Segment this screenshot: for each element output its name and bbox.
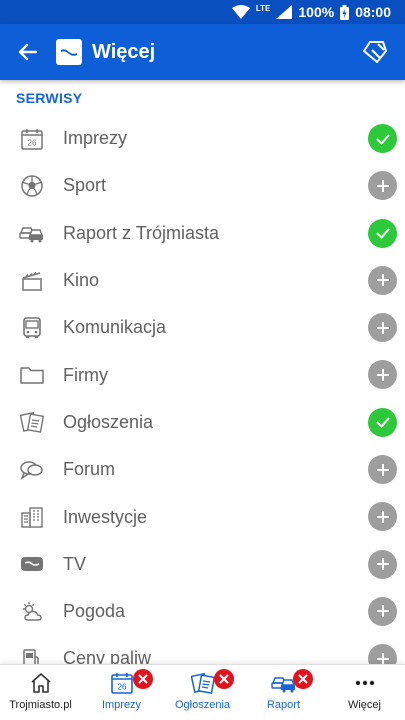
network-type: LTE bbox=[255, 4, 271, 13]
calendar-day: 26 bbox=[28, 138, 37, 147]
list-item-imprezy[interactable]: 26 Imprezy bbox=[0, 115, 405, 162]
nav-label: Raport bbox=[266, 699, 301, 711]
home-icon bbox=[28, 670, 54, 696]
list-item-pogoda[interactable]: Pogoda bbox=[0, 588, 405, 635]
add-toggle[interactable] bbox=[368, 360, 397, 390]
list-item-label: Inwestycje bbox=[63, 506, 148, 527]
list-item-label: Imprezy bbox=[63, 128, 128, 149]
plus-icon bbox=[376, 510, 389, 523]
tv-icon bbox=[19, 551, 45, 577]
back-button[interactable] bbox=[8, 32, 48, 72]
chat-bubbles-icon bbox=[19, 457, 45, 483]
close-icon bbox=[219, 674, 229, 684]
plus-icon bbox=[376, 179, 389, 192]
close-icon bbox=[298, 674, 308, 684]
nav-item-raport[interactable]: Raport bbox=[243, 665, 324, 720]
edit-order-icon bbox=[363, 41, 387, 63]
nav-item-imprezy[interactable]: 26 Imprezy bbox=[81, 665, 162, 720]
wifi-icon bbox=[231, 5, 250, 19]
remove-button[interactable] bbox=[293, 669, 313, 689]
list-item-forum[interactable]: Forum bbox=[0, 446, 405, 493]
list-item-sport[interactable]: Sport bbox=[0, 162, 405, 209]
list-item-label: TV bbox=[63, 553, 87, 574]
trojmiasto-logo-icon bbox=[61, 49, 77, 56]
cars-icon bbox=[270, 670, 297, 696]
more-dots-icon bbox=[352, 670, 378, 696]
clapperboard-icon bbox=[19, 268, 45, 294]
enabled-toggle[interactable] bbox=[368, 218, 397, 248]
add-toggle[interactable] bbox=[368, 171, 397, 201]
add-toggle[interactable] bbox=[368, 313, 397, 343]
remove-button[interactable] bbox=[214, 669, 234, 689]
add-toggle[interactable] bbox=[368, 549, 397, 579]
weather-icon bbox=[19, 599, 45, 625]
list-item-label: Forum bbox=[63, 459, 116, 480]
check-icon bbox=[375, 228, 390, 240]
check-icon bbox=[375, 417, 390, 429]
add-toggle[interactable] bbox=[368, 455, 397, 485]
list-item-label: Pogoda bbox=[63, 601, 126, 622]
list-item-label: Komunikacja bbox=[63, 317, 167, 338]
status-bar: LTE 100% 08:00 bbox=[0, 0, 405, 24]
list-item-firmy[interactable]: Firmy bbox=[0, 351, 405, 398]
add-toggle[interactable] bbox=[368, 596, 397, 626]
list-item-tv[interactable]: TV bbox=[0, 541, 405, 588]
nav-item-wiecej[interactable]: Więcej bbox=[324, 665, 405, 720]
list-item-label: Ogłoszenia bbox=[63, 411, 154, 432]
enabled-toggle[interactable] bbox=[368, 407, 397, 437]
plus-icon bbox=[376, 605, 389, 618]
plus-icon bbox=[376, 463, 389, 476]
close-icon bbox=[138, 674, 148, 684]
plus-icon bbox=[376, 558, 389, 571]
check-icon bbox=[375, 133, 390, 145]
list-item-label: Raport z Trójmiasta bbox=[63, 222, 220, 243]
calendar-icon: 26 bbox=[19, 126, 45, 152]
list-item-inwestycje[interactable]: Inwestycje bbox=[0, 493, 405, 540]
section-title: SERWISY bbox=[16, 90, 83, 106]
list-item-ogloszenia[interactable]: Ogłoszenia bbox=[0, 399, 405, 446]
nav-label: Ogłoszenia bbox=[174, 699, 231, 711]
list-item-label: Sport bbox=[63, 175, 107, 196]
bus-icon bbox=[19, 315, 45, 341]
bottom-navigation: Trojmiasto.pl 26 Imprezy Ogłoszenia Rapo… bbox=[0, 664, 405, 720]
add-toggle[interactable] bbox=[368, 265, 397, 295]
clock: 08:00 bbox=[355, 4, 391, 20]
signal-icon bbox=[276, 5, 293, 19]
arrow-left-icon bbox=[18, 43, 38, 61]
buildings-icon bbox=[19, 504, 45, 530]
page-title: Więcej bbox=[92, 40, 156, 63]
nav-label: Imprezy bbox=[101, 699, 142, 711]
services-list: 26 Imprezy Sport Raport z Trójmiasta Kin… bbox=[0, 115, 405, 683]
plus-icon bbox=[376, 274, 389, 287]
calendar-day: 26 bbox=[117, 683, 126, 692]
cars-icon bbox=[19, 220, 45, 246]
list-item-kino[interactable]: Kino bbox=[0, 257, 405, 304]
add-toggle[interactable] bbox=[368, 502, 397, 532]
folder-icon bbox=[19, 362, 45, 388]
nav-item-home[interactable]: Trojmiasto.pl bbox=[0, 665, 81, 720]
battery-icon bbox=[340, 4, 350, 20]
edit-button[interactable] bbox=[355, 32, 395, 72]
remove-button[interactable] bbox=[133, 669, 153, 689]
soccer-ball-icon bbox=[19, 173, 45, 199]
nav-label: Więcej bbox=[347, 699, 381, 711]
nav-label: Trojmiasto.pl bbox=[9, 699, 72, 711]
notes-icon bbox=[190, 670, 216, 696]
list-item-label: Kino bbox=[63, 270, 100, 291]
plus-icon bbox=[376, 321, 389, 334]
list-item-raport[interactable]: Raport z Trójmiasta bbox=[0, 210, 405, 257]
app-bar: Więcej bbox=[0, 24, 405, 80]
notes-icon bbox=[19, 409, 45, 435]
plus-icon bbox=[376, 368, 389, 381]
list-item-komunikacja[interactable]: Komunikacja bbox=[0, 304, 405, 351]
app-logo bbox=[56, 39, 82, 65]
calendar-icon: 26 bbox=[109, 670, 135, 696]
enabled-toggle[interactable] bbox=[368, 124, 397, 153]
list-item-label: Firmy bbox=[63, 364, 108, 385]
nav-item-ogloszenia[interactable]: Ogłoszenia bbox=[162, 665, 243, 720]
battery-level: 100% bbox=[298, 4, 335, 20]
